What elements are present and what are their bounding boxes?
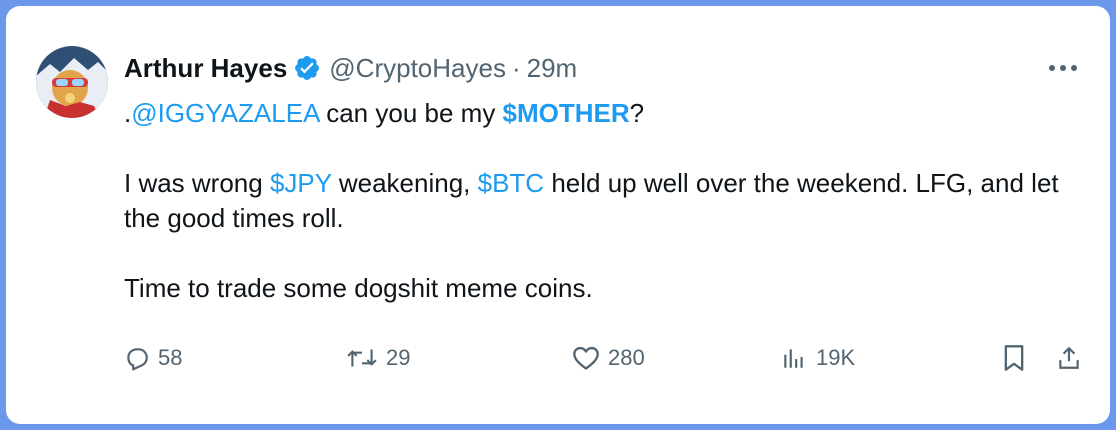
share-icon (1059, 346, 1079, 369)
repost-icon (347, 349, 377, 367)
verified-badge-icon (293, 54, 321, 82)
separator-dot: · (511, 52, 521, 83)
action-bar: 58 29 280 19K (124, 338, 1086, 378)
repost-count: 29 (386, 345, 411, 370)
bookmark-icon (1004, 345, 1024, 371)
repost-button[interactable]: 29 (346, 338, 410, 378)
views-icon (784, 349, 803, 368)
mention-link[interactable]: @IGGYAZALEA (131, 98, 319, 128)
text-segment: ? (629, 98, 645, 128)
tweet-line-3: Time to trade some dogshit meme coins. (124, 273, 593, 303)
like-button[interactable]: 280 (572, 338, 645, 378)
tweet-line-2: I was wrong $JPY weakening, $BTC held up… (124, 166, 1084, 236)
like-count: 280 (608, 345, 645, 370)
reply-button[interactable]: 58 (124, 338, 182, 378)
views-button[interactable]: 19K (780, 338, 855, 378)
tweet-card[interactable]: Arthur Hayes @CryptoHayes · 29m .@IGGYAZ… (6, 6, 1110, 424)
share-button[interactable] (1056, 338, 1090, 378)
reply-icon (127, 348, 148, 371)
text-segment: weakening, (331, 168, 478, 198)
like-icon (573, 346, 599, 370)
avatar-image (36, 46, 108, 118)
tweet-text: .@IGGYAZALEA can you be my $MOTHER? I wa… (124, 96, 1084, 306)
tweet-header: Arthur Hayes @CryptoHayes · 29m (124, 50, 577, 86)
text-segment: can you be my (319, 98, 503, 128)
bookmark-button[interactable] (1002, 338, 1034, 378)
timestamp[interactable]: 29m (527, 53, 578, 84)
text-segment: I was wrong (124, 168, 270, 198)
cashtag-link[interactable]: $MOTHER (503, 98, 630, 128)
more-icon[interactable] (1046, 54, 1080, 82)
cashtag-link[interactable]: $JPY (270, 168, 332, 198)
author-handle[interactable]: @CryptoHayes (329, 53, 506, 84)
tweet-line-1: .@IGGYAZALEA can you be my $MOTHER? (124, 96, 1084, 131)
cashtag-link[interactable]: $BTC (478, 168, 544, 198)
author-name[interactable]: Arthur Hayes (124, 53, 287, 84)
avatar[interactable] (36, 46, 108, 118)
views-count: 19K (816, 345, 856, 370)
reply-count: 58 (158, 345, 183, 370)
